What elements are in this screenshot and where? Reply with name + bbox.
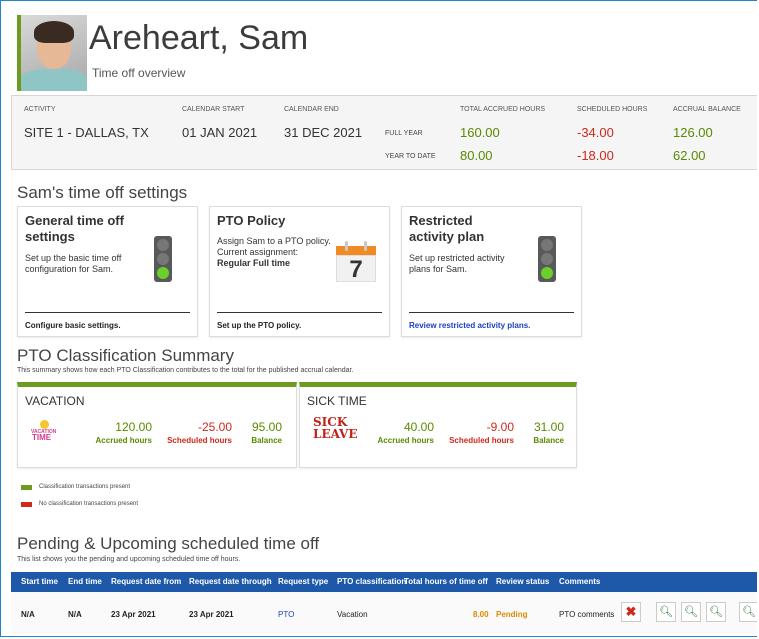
table-row: N/A N/A 23 Apr 2021 23 Apr 2021 PTO Vaca…: [11, 592, 757, 634]
cell-classification: Vacation: [337, 610, 368, 619]
classification-title: PTO Classification Summary: [17, 346, 234, 365]
balance-label: Balance: [251, 436, 282, 445]
full-year-scheduled: -34.00: [577, 125, 614, 140]
card-title: General time off settings: [25, 213, 124, 244]
accrued-hours-label: Accrued hours: [95, 436, 152, 445]
review-button-2[interactable]: 🔍︎: [681, 602, 701, 622]
sick-accrued: 40.00: [403, 420, 434, 434]
approve-icon: 🔍︎: [659, 606, 673, 618]
vacation-time-badge-icon: VACATION TIME: [31, 420, 59, 444]
sick-time-card: SICK TIME SICK LEAVE 40.00 Accrued hours …: [299, 382, 577, 468]
col-pto-classification[interactable]: PTO classification: [337, 577, 406, 586]
classification-subtitle: This summary shows how each PTO Classifi…: [17, 367, 354, 374]
col-total-hours[interactable]: Total hours of time off: [404, 577, 488, 586]
col-end-time[interactable]: End time: [68, 577, 102, 586]
activity-summary: ACTIVITY CALENDAR START CALENDAR END TOT…: [11, 95, 757, 170]
delete-request-button[interactable]: ✖: [621, 602, 641, 622]
ytd-scheduled: -18.00: [577, 148, 614, 163]
col-comments[interactable]: Comments: [559, 577, 600, 586]
calendar-end-label: CALENDAR END: [284, 106, 339, 113]
legend-swatch-present: [21, 485, 32, 490]
legend-swatch-absent: [21, 502, 32, 507]
full-year-label: FULL YEAR: [385, 130, 423, 137]
general-settings-card[interactable]: General time off settings Set up the bas…: [17, 206, 198, 337]
balance-label: Balance: [533, 436, 564, 445]
approve-icon: 🔍︎: [742, 606, 756, 618]
calendar-start-label: CALENDAR START: [182, 106, 245, 113]
setup-pto-policy-link[interactable]: Set up the PTO policy.: [217, 321, 301, 330]
ytd-label: YEAR TO DATE: [385, 153, 436, 160]
ytd-balance: 62.00: [673, 148, 706, 163]
calendar-icon: 7: [336, 241, 376, 283]
card-description: Set up the basic time off configuration …: [25, 253, 122, 274]
review-button-1[interactable]: 🔍︎: [656, 602, 676, 622]
vacation-accrued: 120.00: [115, 420, 152, 434]
review-restricted-plans-link[interactable]: Review restricted activity plans.: [409, 321, 530, 330]
avatar: [21, 15, 87, 91]
employee-header: Areheart, Sam Time off overview: [17, 15, 757, 91]
accrual-balance-label: ACCRUAL BALANCE: [673, 106, 741, 113]
card-description-2: Current assignment:: [217, 247, 299, 257]
classification-name: VACATION: [25, 394, 85, 408]
card-description-1: Assign Sam to a PTO policy.: [217, 236, 331, 246]
scheduled-hours-label: Scheduled hours: [167, 436, 232, 445]
vacation-scheduled: -25.00: [197, 420, 232, 434]
restricted-plan-card[interactable]: Restricted activity plan Set up restrict…: [401, 206, 582, 337]
traffic-light-icon: [154, 236, 172, 282]
vacation-card: VACATION VACATION TIME 120.00 Accrued ho…: [17, 382, 297, 468]
accrued-hours-label: Accrued hours: [377, 436, 434, 445]
pending-title: Pending & Upcoming scheduled time off: [17, 534, 320, 553]
col-start-time[interactable]: Start time: [21, 577, 58, 586]
col-request-date-from[interactable]: Request date from: [111, 577, 181, 586]
pending-subtitle: This list shows you the pending and upco…: [17, 556, 241, 563]
page-frame: Areheart, Sam Time off overview ACTIVITY…: [0, 0, 757, 637]
full-year-balance: 126.00: [673, 125, 713, 140]
sick-leave-badge-icon: SICK LEAVE: [313, 415, 358, 441]
scheduled-hours-label: SCHEDULED HOURS: [577, 106, 648, 113]
sick-scheduled: -9.00: [486, 420, 514, 434]
card-title: Restricted activity plan: [409, 213, 485, 244]
ytd-accrued: 80.00: [460, 148, 493, 163]
col-request-type[interactable]: Request type: [278, 577, 328, 586]
total-accrued-label: TOTAL ACCRUED HOURS: [460, 106, 546, 113]
activity-label: ACTIVITY: [24, 106, 56, 113]
cell-request-type[interactable]: PTO: [278, 610, 294, 619]
col-review-status[interactable]: Review status: [496, 577, 549, 586]
cell-end: N/A: [68, 610, 82, 619]
cell-hours: 8.00: [473, 610, 489, 619]
page-subtitle: Time off overview: [92, 66, 186, 80]
traffic-light-icon: [538, 236, 556, 282]
configure-basic-settings-link[interactable]: Configure basic settings.: [25, 321, 121, 330]
legend-absent-text: No classification transactions present: [39, 501, 139, 507]
calendar-start-value: 01 JAN 2021: [182, 125, 258, 140]
cell-comments: PTO comments: [559, 610, 615, 619]
cell-through: 23 Apr 2021: [189, 610, 234, 619]
pto-policy-card[interactable]: PTO Policy Assign Sam to a PTO policy. C…: [209, 206, 390, 337]
close-icon: ✖: [625, 604, 637, 619]
cell-from: 23 Apr 2021: [111, 610, 156, 619]
activity-site: SITE 1 - DALLAS, TX: [24, 125, 149, 140]
classification-name: SICK TIME: [307, 394, 367, 408]
card-title: PTO Policy: [217, 213, 286, 228]
approve-icon: 🔍︎: [709, 606, 723, 618]
legend-present-text: Classification transactions present: [39, 484, 131, 490]
cell-start: N/A: [21, 610, 35, 619]
cell-status: Pending: [496, 610, 528, 619]
pending-table-header: Start time End time Request date from Re…: [11, 572, 757, 592]
card-description: Set up restricted activity plans for Sam…: [409, 253, 505, 274]
settings-title: Sam's time off settings: [17, 183, 188, 202]
review-button-4[interactable]: 🔍︎: [739, 602, 757, 622]
review-button-3[interactable]: 🔍︎: [706, 602, 726, 622]
sick-balance: 31.00: [533, 420, 564, 434]
approve-icon: 🔍︎: [684, 606, 698, 618]
col-request-date-through[interactable]: Request date through: [189, 577, 272, 586]
vacation-balance: 95.00: [251, 420, 282, 434]
calendar-end-value: 31 DEC 2021: [284, 125, 363, 140]
current-assignment: Regular Full time: [217, 258, 291, 268]
scheduled-hours-label: Scheduled hours: [449, 436, 514, 445]
full-year-accrued: 160.00: [460, 125, 500, 140]
employee-name: Areheart, Sam: [89, 19, 309, 57]
